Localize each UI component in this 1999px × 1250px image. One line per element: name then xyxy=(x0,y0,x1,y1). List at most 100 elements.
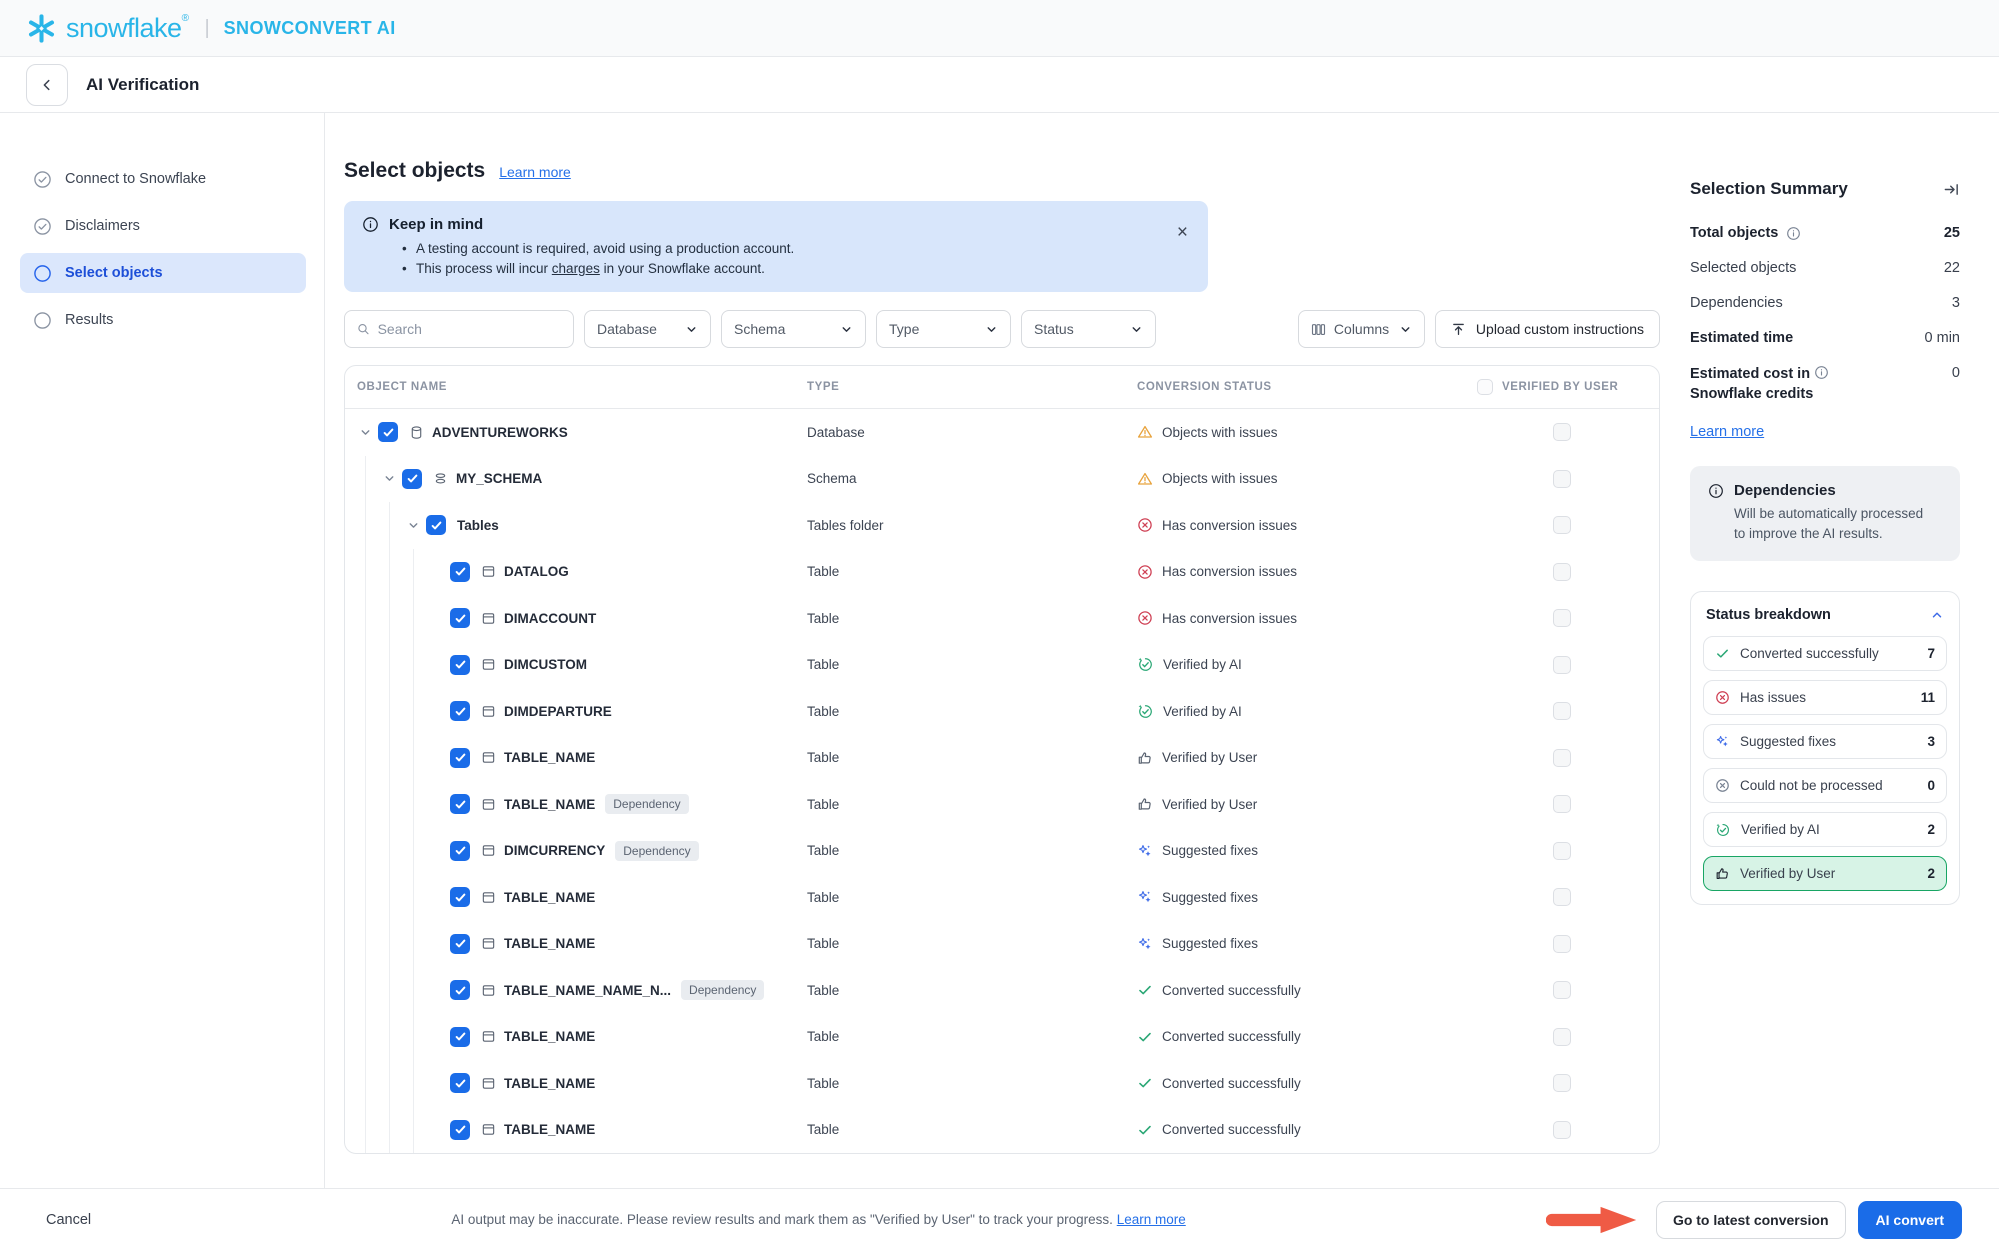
row-checkbox[interactable] xyxy=(450,980,470,1000)
table-row: TABLE_NAME Table Converted successfully xyxy=(345,1014,1659,1061)
summary-learn-more-link[interactable]: Learn more xyxy=(1690,424,1764,440)
verified-checkbox[interactable] xyxy=(1553,702,1571,720)
row-checkbox[interactable] xyxy=(450,655,470,675)
table-row: DIMCUSTOM Table Verified by AI xyxy=(345,642,1659,689)
verified-checkbox[interactable] xyxy=(1553,935,1571,953)
row-checkbox[interactable] xyxy=(450,1073,470,1093)
table-icon xyxy=(481,657,496,672)
warning-icon xyxy=(1137,424,1153,440)
status-filter-suggested-fixes[interactable]: Suggested fixes 3 xyxy=(1703,724,1947,759)
verified-checkbox[interactable] xyxy=(1553,516,1571,534)
dependency-badge: Dependency xyxy=(681,980,764,1000)
status-filter-verified-ai[interactable]: Verified by AI 2 xyxy=(1703,812,1947,847)
banner-bullet: A testing account is required, avoid usi… xyxy=(402,241,1190,256)
info-icon[interactable] xyxy=(1786,226,1801,241)
suggested-fixes-icon xyxy=(1137,936,1153,952)
table-row: DIMCURRENCY Dependency Table Suggested f… xyxy=(345,828,1659,875)
status-breakdown-card: Status breakdown Converted successfully … xyxy=(1690,591,1960,905)
footer-learn-more-link[interactable]: Learn more xyxy=(1117,1212,1186,1227)
database-dropdown[interactable]: Database xyxy=(584,310,711,348)
columns-button[interactable]: Columns xyxy=(1298,310,1425,348)
row-checkbox[interactable] xyxy=(450,887,470,907)
verified-header-checkbox[interactable] xyxy=(1477,379,1493,395)
indent-guide xyxy=(357,456,381,503)
row-checkbox[interactable] xyxy=(450,1027,470,1047)
schema-dropdown[interactable]: Schema xyxy=(721,310,866,348)
row-checkbox[interactable] xyxy=(450,608,470,628)
verified-checkbox[interactable] xyxy=(1553,749,1571,767)
table-row: TABLE_NAME Table Suggested fixes xyxy=(345,874,1659,921)
upload-custom-instructions-button[interactable]: Upload custom instructions xyxy=(1435,310,1660,348)
indent-guide xyxy=(357,1014,381,1061)
sidebar-item-connect[interactable]: Connect to Snowflake xyxy=(20,159,306,199)
sidebar-item-select-objects[interactable]: Select objects xyxy=(20,253,306,293)
row-checkbox[interactable] xyxy=(402,469,422,489)
table-icon xyxy=(481,983,496,998)
row-checkbox[interactable] xyxy=(450,841,470,861)
chevron-up-icon[interactable] xyxy=(1930,608,1944,622)
row-checkbox[interactable] xyxy=(426,515,446,535)
chevron-left-icon xyxy=(40,78,54,92)
product-name: SNOWCONVERT AI xyxy=(224,18,396,39)
status-filter-converted[interactable]: Converted successfully 7 xyxy=(1703,636,1947,671)
indent-guide xyxy=(381,735,405,782)
check-icon xyxy=(1715,646,1730,661)
status-filter-has-issues[interactable]: Has issues 11 xyxy=(1703,680,1947,715)
back-button[interactable] xyxy=(26,64,68,106)
indent-guide xyxy=(381,967,405,1014)
verified-checkbox[interactable] xyxy=(1553,795,1571,813)
collapse-panel-icon[interactable] xyxy=(1943,181,1960,198)
learn-more-link[interactable]: Learn more xyxy=(499,164,571,180)
verified-checkbox[interactable] xyxy=(1553,470,1571,488)
verified-checkbox[interactable] xyxy=(1553,1074,1571,1092)
summary-title: Selection Summary xyxy=(1690,179,1848,199)
indent-guide xyxy=(357,874,381,921)
row-checkbox[interactable] xyxy=(450,701,470,721)
table-icon xyxy=(481,936,496,951)
row-checkbox[interactable] xyxy=(450,934,470,954)
verified-checkbox[interactable] xyxy=(1553,423,1571,441)
type-dropdown[interactable]: Type xyxy=(876,310,1011,348)
chevron-down-icon[interactable] xyxy=(357,426,373,439)
cancel-button[interactable]: Cancel xyxy=(46,1212,91,1228)
charges-link[interactable]: charges xyxy=(552,261,600,276)
verified-checkbox[interactable] xyxy=(1553,563,1571,581)
banner-bullet: This process will incur charges in your … xyxy=(402,261,1190,276)
row-checkbox[interactable] xyxy=(450,794,470,814)
status-filter-not-processed[interactable]: Could not be processed 0 xyxy=(1703,768,1947,803)
sidebar-item-results[interactable]: Results xyxy=(20,300,306,340)
col-object-name: OBJECT NAME xyxy=(357,381,807,393)
table-row: TABLE_NAME Table Converted successfully xyxy=(345,1107,1659,1154)
indent-guide xyxy=(405,688,429,735)
verified-checkbox[interactable] xyxy=(1553,656,1571,674)
verified-checkbox[interactable] xyxy=(1553,842,1571,860)
row-checkbox[interactable] xyxy=(450,748,470,768)
table-row: TABLE_NAME Table Converted successfully xyxy=(345,1060,1659,1107)
chevron-down-icon[interactable] xyxy=(405,519,421,532)
close-icon[interactable]: × xyxy=(1177,223,1188,242)
verified-checkbox[interactable] xyxy=(1553,1121,1571,1139)
row-checkbox[interactable] xyxy=(378,422,398,442)
verified-checkbox[interactable] xyxy=(1553,981,1571,999)
chevron-down-icon xyxy=(685,323,698,336)
info-icon[interactable] xyxy=(1814,365,1829,380)
verified-checkbox[interactable] xyxy=(1553,888,1571,906)
row-checkbox[interactable] xyxy=(450,1120,470,1140)
search-input[interactable] xyxy=(378,321,561,337)
top-brand-bar: snowflake® | SNOWCONVERT AI xyxy=(0,0,1999,57)
sidebar-item-disclaimers[interactable]: Disclaimers xyxy=(20,206,306,246)
ai-convert-button[interactable]: AI convert xyxy=(1858,1201,1962,1239)
dependencies-note-body: Will be automatically processed to impro… xyxy=(1734,504,1934,543)
chevron-down-icon[interactable] xyxy=(381,472,397,485)
go-to-latest-conversion-button[interactable]: Go to latest conversion xyxy=(1656,1201,1846,1239)
verified-checkbox[interactable] xyxy=(1553,609,1571,627)
status-dropdown[interactable]: Status xyxy=(1021,310,1156,348)
col-verified-by-user: VERIFIED BY USER xyxy=(1502,381,1618,393)
summary-row-total-objects: Total objects 25 xyxy=(1690,225,1960,241)
table-icon xyxy=(481,611,496,626)
indent-guide xyxy=(381,1014,405,1061)
error-icon xyxy=(1715,690,1730,705)
row-checkbox[interactable] xyxy=(450,562,470,582)
status-filter-verified-user[interactable]: Verified by User 2 xyxy=(1703,856,1947,891)
verified-checkbox[interactable] xyxy=(1553,1028,1571,1046)
